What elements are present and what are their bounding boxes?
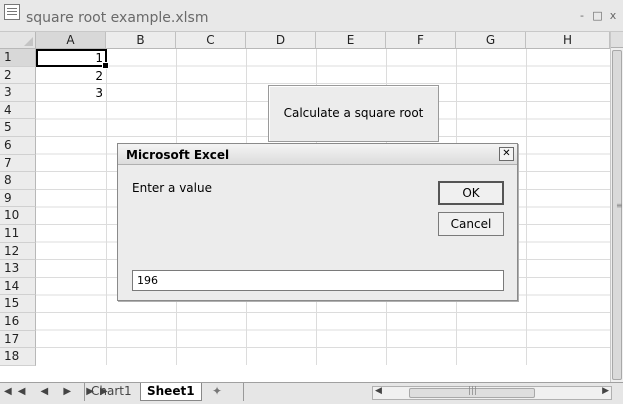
- column-header-g[interactable]: G: [456, 32, 526, 49]
- row-header-14[interactable]: 14: [0, 277, 36, 296]
- row-header-18[interactable]: 18: [0, 348, 36, 366]
- row-header-10[interactable]: 10: [0, 207, 36, 225]
- vertical-scrollbar[interactable]: ≡: [610, 32, 623, 382]
- ok-button[interactable]: OK: [438, 181, 504, 205]
- dialog-prompt: Enter a value: [132, 181, 212, 195]
- sheet-tab-bar: ◀◀ ◀ ▶ ▶▶ Chart1 Sheet1 ✦ ◀ ||| ▶: [0, 382, 623, 404]
- close-window-button[interactable]: x: [607, 9, 619, 22]
- insert-sheet-tab[interactable]: ✦: [206, 383, 244, 401]
- column-header-d[interactable]: D: [246, 32, 316, 49]
- row-header-7[interactable]: 7: [0, 154, 36, 173]
- row-header-8[interactable]: 8: [0, 172, 36, 190]
- calculate-square-root-button[interactable]: Calculate a square root: [268, 85, 439, 142]
- row-header-1[interactable]: 1: [0, 49, 36, 67]
- row-header-3[interactable]: 3: [0, 84, 36, 102]
- restore-button[interactable]: □: [592, 9, 604, 22]
- window-title: square root example.xlsm: [26, 10, 209, 26]
- insert-sheet-icon: ✦: [212, 384, 223, 398]
- input-dialog: Microsoft Excel ✕ Enter a value OK Cance…: [117, 143, 518, 301]
- dialog-title: Microsoft Excel: [126, 148, 230, 162]
- cancel-button[interactable]: Cancel: [438, 212, 504, 236]
- workbook-icon[interactable]: [4, 4, 20, 20]
- row-header-11[interactable]: 11: [0, 224, 36, 243]
- title-bar: square root example.xlsm - □ x: [0, 0, 623, 32]
- dialog-close-button[interactable]: ✕: [499, 147, 514, 161]
- row-header-4[interactable]: 4: [0, 101, 36, 120]
- cell-a2[interactable]: 2: [36, 68, 106, 84]
- scroll-right-icon[interactable]: ▶: [602, 386, 609, 396]
- column-header-c[interactable]: C: [176, 32, 246, 49]
- split-handle[interactable]: [611, 32, 623, 48]
- column-header-a[interactable]: A: [36, 32, 106, 49]
- column-header-e[interactable]: E: [316, 32, 386, 49]
- gridline: [526, 49, 527, 365]
- column-header-h[interactable]: H: [526, 32, 610, 49]
- minimize-button[interactable]: -: [576, 9, 588, 22]
- row-header-16[interactable]: 16: [0, 312, 36, 331]
- cell-a3[interactable]: 3: [36, 85, 106, 101]
- tab-chart1[interactable]: Chart1: [84, 383, 138, 401]
- row-header-12[interactable]: 12: [0, 242, 36, 261]
- horizontal-scroll-thumb[interactable]: |||: [409, 386, 535, 398]
- dialog-title-bar[interactable]: Microsoft Excel ✕: [118, 144, 517, 165]
- select-all-corner[interactable]: [0, 32, 36, 49]
- row-headers: 1 2 3 4 5 6 7 8 9 10 11 12 13 14 15 16 1…: [0, 49, 36, 366]
- grip-icon: |||: [468, 386, 478, 396]
- value-input[interactable]: 196: [132, 270, 504, 291]
- column-header-b[interactable]: B: [106, 32, 176, 49]
- column-headers: A B C D E F G H: [36, 32, 610, 49]
- row-header-13[interactable]: 13: [0, 260, 36, 278]
- scroll-left-icon[interactable]: ◀: [375, 386, 382, 396]
- gridline: [106, 49, 107, 365]
- row-header-9[interactable]: 9: [0, 189, 36, 208]
- row-header-5[interactable]: 5: [0, 119, 36, 137]
- row-header-2[interactable]: 2: [0, 66, 36, 85]
- row-header-17[interactable]: 17: [0, 330, 36, 349]
- horizontal-scrollbar[interactable]: ◀ ||| ▶: [372, 386, 612, 400]
- active-cell-border: [36, 49, 109, 69]
- vertical-scroll-thumb[interactable]: ≡: [612, 50, 623, 380]
- row-header-6[interactable]: 6: [0, 136, 36, 155]
- tab-sheet1[interactable]: Sheet1: [140, 383, 202, 401]
- row-header-15[interactable]: 15: [0, 295, 36, 313]
- window-controls: - □ x: [576, 9, 619, 22]
- close-icon: ✕: [502, 148, 511, 159]
- column-header-f[interactable]: F: [386, 32, 456, 49]
- grip-icon: ≡: [616, 201, 623, 210]
